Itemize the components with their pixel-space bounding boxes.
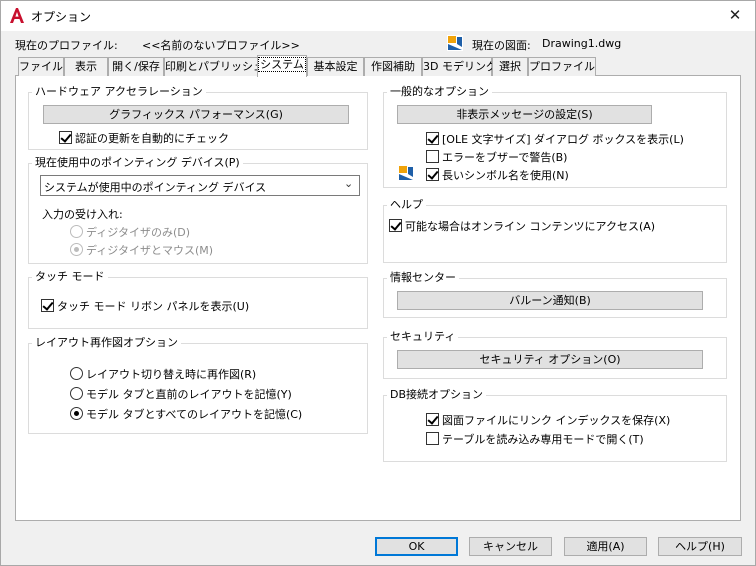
touch-ribbon-checkbox[interactable] (41, 299, 54, 312)
ole-dialog-label: [OLE 文字サイズ] ダイアログ ボックスを表示(L) (442, 133, 684, 146)
window-title: オプション (31, 10, 92, 24)
check-updates-label: 認証の更新を自動的にチェック (75, 132, 229, 145)
security-title: セキュリティ (387, 330, 459, 343)
ole-dialog-checkbox[interactable] (426, 132, 439, 145)
apply-button[interactable]: 適用(A) (564, 537, 647, 556)
hidden-messages-button[interactable]: 非表示メッセージの設定(S) (397, 105, 652, 124)
cache-all-layouts-radio[interactable] (70, 407, 83, 420)
chevron-down-icon: ⌄ (344, 177, 354, 190)
drawing-value: Drawing1.dwg (542, 37, 622, 50)
cancel-button[interactable]: キャンセル (469, 537, 552, 556)
help-button[interactable]: ヘルプ(H) (658, 537, 742, 556)
regen-on-switch-label: レイアウト切り替え時に再作図(R) (86, 368, 257, 381)
db-connect-group (383, 395, 727, 462)
infocenter-title: 情報センター (387, 271, 459, 284)
profile-value: <<名前のないプロファイル>> (142, 39, 300, 52)
cache-last-layout-radio[interactable] (70, 387, 83, 400)
profile-label: 現在のプロファイル: (15, 39, 118, 52)
tab-label: プロファイル (529, 60, 595, 73)
check-updates-checkbox[interactable] (59, 131, 72, 144)
general-title: 一般的なオプション (387, 85, 492, 98)
drawing-label: 現在の図面: (472, 39, 531, 52)
tab-label: 3D モデリング (423, 60, 497, 73)
tab-display[interactable]: 表示 (64, 57, 108, 76)
security-options-button[interactable]: セキュリティ オプション(O) (397, 350, 703, 369)
drawing-icon (398, 165, 414, 181)
pointing-device-select[interactable]: システムが使用中のポインティング デバイス ⌄ (40, 175, 360, 196)
tab-user-preferences[interactable]: 基本設定 (307, 57, 364, 76)
tab-files[interactable]: ファイル (18, 57, 64, 76)
accept-input-label: 入力の受け入れ: (42, 208, 123, 221)
regen-on-switch-radio[interactable] (70, 367, 83, 380)
digitizer-only-radio[interactable] (70, 225, 83, 238)
tab-label: 選択 (499, 60, 521, 73)
graphics-performance-button[interactable]: グラフィックス パフォーマンス(G) (43, 105, 349, 124)
tab-system[interactable]: システム (257, 55, 307, 77)
cache-last-layout-label: モデル タブと直前のレイアウトを記憶(Y) (86, 388, 292, 401)
close-button[interactable]: ✕ (722, 3, 748, 27)
balloon-notification-button[interactable]: バルーン通知(B) (397, 291, 703, 310)
digitizer-mouse-label: ディジタイザとマウス(M) (86, 244, 214, 257)
long-symbol-names-label: 長いシンボル名を使用(N) (442, 169, 569, 182)
tab-label: システム (258, 57, 306, 72)
readonly-tables-label: テーブルを読み込み専用モードで開く(T) (442, 433, 644, 446)
drawing-icon (447, 35, 463, 51)
ok-button[interactable]: OK (375, 537, 458, 556)
help-group (383, 205, 727, 263)
cache-all-layouts-label: モデル タブとすべてのレイアウトを記憶(C) (86, 408, 303, 421)
tab-plot-publish[interactable]: 印刷とパブリッシュ (164, 57, 264, 76)
tab-label: 開く/保存 (112, 60, 160, 73)
online-content-label: 可能な場合はオンライン コンテンツにアクセス(A) (405, 220, 656, 233)
pointing-device-value: システムが使用中のポインティング デバイス (44, 181, 267, 194)
title-bar (0, 0, 756, 31)
beep-on-error-checkbox[interactable] (426, 150, 439, 163)
tab-label: 表示 (75, 60, 97, 73)
hardware-title: ハードウェア アクセラレーション (32, 85, 206, 98)
tab-drafting[interactable]: 作図補助 (364, 57, 422, 76)
save-link-index-checkbox[interactable] (426, 413, 439, 426)
pointing-title: 現在使用中のポインティング デバイス(P) (32, 156, 243, 169)
tab-open-save[interactable]: 開く/保存 (108, 57, 164, 76)
close-icon: ✕ (728, 6, 742, 24)
long-symbol-names-checkbox[interactable] (426, 168, 439, 181)
touch-ribbon-label: タッチ モード リボン パネルを表示(U) (57, 300, 250, 313)
tab-profiles[interactable]: プロファイル (528, 57, 596, 76)
tab-selection[interactable]: 選択 (492, 57, 528, 76)
digitizer-mouse-radio[interactable] (70, 243, 83, 256)
beep-on-error-label: エラーをブザーで警告(B) (442, 151, 568, 164)
layout-regen-title: レイアウト再作図オプション (32, 336, 181, 349)
help-title: ヘルプ (387, 198, 426, 211)
online-content-checkbox[interactable] (389, 219, 402, 232)
tab-label: 基本設定 (313, 60, 358, 73)
tab-3d-modeling[interactable]: 3D モデリング (422, 57, 497, 76)
touch-title: タッチ モード (32, 270, 108, 283)
digitizer-only-label: ディジタイザのみ(D) (86, 226, 191, 239)
autocad-logo-icon (10, 8, 24, 23)
db-connect-title: DB接続オプション (387, 388, 487, 401)
tab-label: 作図補助 (371, 60, 415, 73)
tab-label: ファイル (19, 60, 63, 73)
tab-label: 印刷とパブリッシュ (165, 60, 264, 73)
readonly-tables-checkbox[interactable] (426, 432, 439, 445)
save-link-index-label: 図面ファイルにリンク インデックスを保存(X) (442, 414, 671, 427)
